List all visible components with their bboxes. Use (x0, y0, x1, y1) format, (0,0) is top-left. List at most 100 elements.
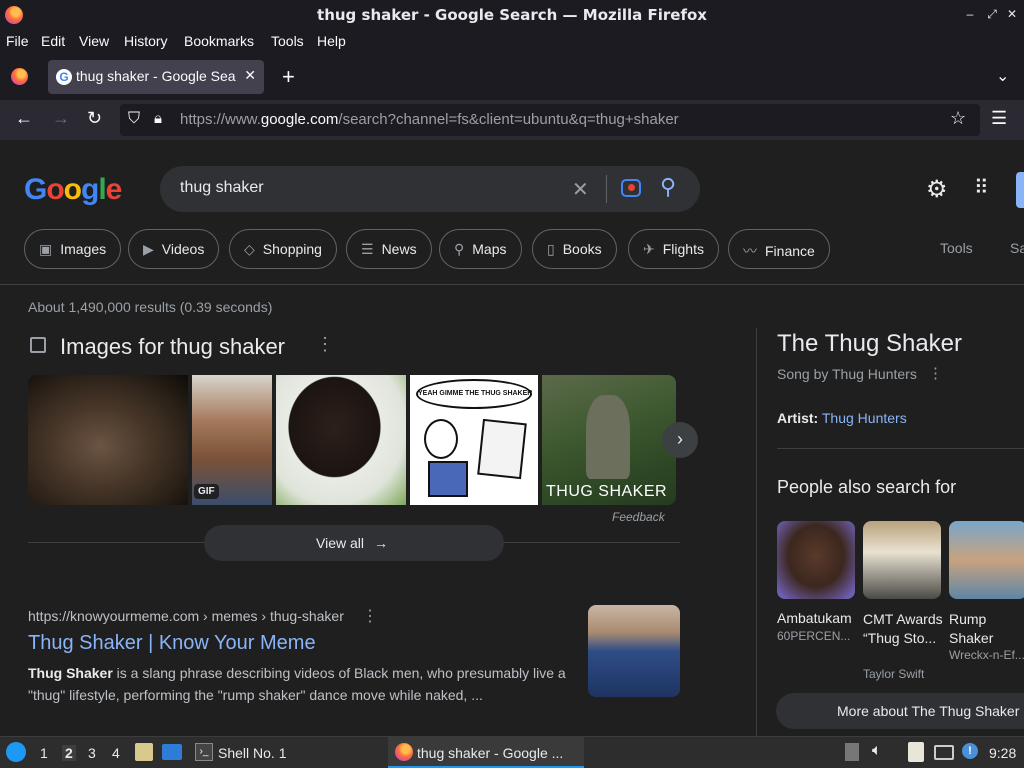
more-about-button[interactable]: More about The Thug Shaker (776, 693, 1024, 729)
images-heading[interactable]: Images for thug shaker (60, 334, 285, 360)
google-favicon-icon: G (56, 69, 72, 85)
people-card-2-sub: Taylor Swift (863, 667, 925, 681)
menu-view[interactable]: View (79, 33, 109, 49)
panel-title: The Thug Shaker (777, 330, 963, 357)
filter-shopping[interactable]: ◇ Shopping (229, 229, 337, 269)
menu-bar: File Edit View History Bookmarks Tools H… (0, 30, 1024, 54)
filter-books[interactable]: ▯ Books (532, 229, 617, 269)
artist-link[interactable]: Thug Hunters (822, 410, 907, 426)
minimize-icon[interactable]: – (962, 6, 978, 22)
bookmark-star-icon[interactable]: ☆ (950, 108, 966, 129)
search-icon[interactable]: ⚲ (660, 174, 676, 200)
result-url[interactable]: https://knowyourmeme.com › memes › thug-… (28, 608, 344, 624)
images-next-icon[interactable]: › (662, 422, 698, 458)
sign-in-button[interactable] (1016, 172, 1024, 208)
workspace-2[interactable]: 2 (62, 745, 76, 761)
result-title-link[interactable]: Thug Shaker | Know Your Meme (28, 632, 316, 655)
menu-edit[interactable]: Edit (41, 33, 65, 49)
start-menu-icon[interactable] (6, 742, 26, 762)
tray-usb-icon[interactable] (845, 743, 859, 761)
new-tab-icon[interactable]: + (282, 64, 295, 90)
result-more-icon[interactable]: ⋮ (362, 606, 378, 626)
filter-maps[interactable]: ⚲ Maps (439, 229, 522, 269)
filter-videos[interactable]: ▶ Videos (128, 229, 220, 269)
workspace-1[interactable]: 1 (40, 745, 48, 761)
filter-news[interactable]: ☰ News (346, 229, 432, 269)
tab-close-icon[interactable]: ✕ (244, 67, 256, 84)
header-divider (0, 284, 1024, 285)
taskbar-shell[interactable]: Shell No. 1 (218, 745, 286, 761)
search-box[interactable]: thug shaker ✕ ⚲ (160, 166, 700, 212)
people-card-3-image[interactable] (949, 521, 1024, 599)
result-stats: About 1,490,000 results (0.39 seconds) (28, 299, 273, 315)
lens-camera-icon[interactable] (621, 179, 641, 197)
filter-finance[interactable]: 〰 Finance (728, 229, 830, 269)
reload-icon[interactable]: ↻ (87, 108, 102, 129)
result-thumbnail[interactable] (588, 605, 680, 697)
safesearch-button[interactable]: Sa (1010, 240, 1024, 256)
volume-icon[interactable]: 🔈︎ (872, 742, 882, 760)
video-icon: ▶ (143, 241, 154, 257)
thumb-figure (586, 395, 630, 479)
filter-flights[interactable]: ✈ Flights (628, 229, 719, 269)
restore-icon[interactable]: ⤢ (984, 6, 1000, 22)
taskbar-firefox-icon (395, 743, 413, 761)
notification-icon[interactable]: ! (962, 743, 978, 759)
workspace-3[interactable]: 3 (88, 745, 96, 761)
menu-bookmarks[interactable]: Bookmarks (184, 33, 254, 49)
clipboard-icon[interactable] (908, 742, 924, 762)
app-menu-icon[interactable]: ☰ (991, 108, 1007, 129)
people-card-1-image[interactable] (777, 521, 855, 599)
panel-more-icon[interactable]: ⋮ (928, 364, 943, 382)
menu-help[interactable]: Help (317, 33, 346, 49)
search-input[interactable]: thug shaker (180, 179, 264, 197)
forward-icon[interactable]: → (52, 108, 70, 129)
back-icon[interactable]: ← (15, 108, 33, 129)
map-pin-icon: ⚲ (454, 241, 465, 257)
people-card-2-image[interactable] (863, 521, 941, 599)
image-thumb-1[interactable] (28, 375, 188, 505)
feedback-link[interactable]: Feedback (612, 510, 665, 524)
menu-tools[interactable]: Tools (271, 33, 304, 49)
image-thumb-5[interactable]: THUG SHAKER (542, 375, 676, 505)
view-all-button[interactable]: View all → (204, 525, 504, 561)
meme-body (428, 461, 468, 497)
close-icon[interactable]: ✕ (1004, 6, 1020, 22)
taskbar-firefox-label[interactable]: thug shaker - Google ... (417, 745, 563, 761)
shield-icon[interactable]: ⛉ (128, 110, 140, 128)
lock-icon[interactable]: 🔒︎ (154, 110, 162, 127)
google-logo[interactable]: Google (24, 173, 122, 207)
menu-file[interactable]: File (6, 33, 29, 49)
people-card-1-name[interactable]: Ambatukam (777, 610, 857, 626)
image-section-icon (30, 337, 46, 353)
people-card-3-sub: Wreckx-n-Ef... (949, 648, 1024, 662)
images-more-icon[interactable]: ⋮ (316, 334, 334, 355)
gif-badge: GIF (194, 484, 219, 499)
tab-list-chevron-icon[interactable]: ⌄ (996, 66, 1009, 86)
menu-history[interactable]: History (124, 33, 168, 49)
tab-title: thug shaker - Google Search (76, 68, 236, 84)
network-icon[interactable] (934, 745, 954, 760)
arrow-right-icon: → (374, 535, 388, 551)
panel-artist: Artist: Thug Hunters (777, 410, 907, 426)
clear-search-icon[interactable]: ✕ (572, 177, 589, 202)
apps-grid-icon[interactable]: ⠿ (974, 175, 989, 200)
url-text[interactable]: https://www.google.com/search?channel=fs… (180, 111, 679, 128)
window-title: thug shaker - Google Search — Mozilla Fi… (317, 6, 707, 24)
people-card-3-name[interactable]: Rump Shaker (949, 610, 1024, 648)
tools-button[interactable]: Tools (940, 240, 973, 256)
panel-subtitle: Song by Thug Hunters (777, 366, 917, 382)
title-bar: thug shaker - Google Search — Mozilla Fi… (0, 0, 1024, 30)
tab-google-search[interactable]: G thug shaker - Google Search ✕ (48, 60, 264, 94)
firefox-view-icon[interactable] (11, 68, 28, 85)
people-card-2-name[interactable]: CMT Awards “Thug Sto... (863, 610, 943, 648)
desktop-icon[interactable] (162, 744, 182, 760)
workspace-4[interactable]: 4 (112, 745, 120, 761)
file-manager-icon[interactable] (135, 743, 153, 761)
filter-images[interactable]: ▣ Images (24, 229, 122, 269)
image-thumb-3[interactable] (276, 375, 406, 505)
settings-gear-icon[interactable]: ⚙ (926, 175, 948, 204)
image-thumb-4[interactable]: YEAH GIMME THE THUG SHAKER (410, 375, 538, 505)
image-thumb-2[interactable]: GIF (192, 375, 272, 505)
url-bar[interactable]: ⛉ 🔒︎ https://www.google.com/search?chann… (120, 104, 980, 136)
